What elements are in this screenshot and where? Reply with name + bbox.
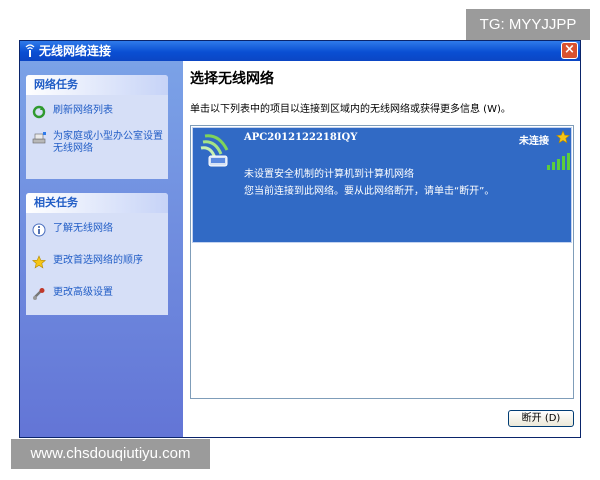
network-ssid: APC2012122218IQY <box>244 132 358 143</box>
wireless-icon <box>25 44 35 57</box>
watermark-tg: TG: MYYJJPP <box>466 9 590 40</box>
close-button[interactable]: × <box>561 42 578 59</box>
setup-home-network-label: 为家庭或小型办公室设置无线网络 <box>53 131 163 154</box>
task-sidebar: 网络任务 刷新网络列表 为家庭或小型办公室设置无线网络 相关任务 了解无线网络 … <box>20 61 183 437</box>
network-info-text: 您当前连接到此网络。要从此网络断开，请单击“断开”。 <box>244 186 495 197</box>
network-tasks-heading: 网络任务 <box>26 75 168 95</box>
change-preferred-order-link[interactable]: 更改首选网络的顺序 <box>26 255 164 269</box>
wireless-connection-window: 无线网络连接 × 网络任务 刷新网络列表 为家庭或小型办公室设置无线网络 相关任… <box>19 40 581 438</box>
watermark-url: www.chsdouqiutiyu.com <box>11 439 210 469</box>
network-row[interactable]: APC2012122218IQY 未连接 未设置安全机制的计算机到计算机网络 您… <box>192 127 572 243</box>
related-tasks-heading: 相关任务 <box>26 193 168 213</box>
wireless-network-icon <box>200 134 229 167</box>
window-title: 无线网络连接 <box>39 44 112 58</box>
network-list[interactable]: APC2012122218IQY 未连接 未设置安全机制的计算机到计算机网络 您… <box>190 125 574 399</box>
settings-icon <box>33 288 45 300</box>
setup-home-network-link[interactable]: 为家庭或小型办公室设置无线网络 <box>26 131 164 155</box>
instructions-text: 单击以下列表中的项目以连接到区域内的无线网络或获得更多信息 (W)。 <box>190 104 511 115</box>
refresh-icon <box>32 105 46 119</box>
advanced-settings-link[interactable]: 更改高级设置 <box>26 287 164 300</box>
star-icon <box>32 255 46 269</box>
learn-wireless-link[interactable]: 了解无线网络 <box>26 223 164 237</box>
refresh-network-list-link[interactable]: 刷新网络列表 <box>26 105 164 119</box>
page-title: 选择无线网络 <box>190 71 274 87</box>
title-bar: 无线网络连接 × <box>20 41 580 61</box>
info-icon <box>32 223 46 237</box>
home-network-setup-icon <box>32 132 46 144</box>
change-preferred-order-label: 更改首选网络的顺序 <box>53 255 143 266</box>
refresh-network-list-label: 刷新网络列表 <box>53 105 113 116</box>
disconnect-button[interactable]: 断开 (D) <box>508 410 574 427</box>
preferred-star-icon <box>556 130 570 144</box>
network-tasks-panel: 网络任务 刷新网络列表 为家庭或小型办公室设置无线网络 <box>26 75 168 179</box>
advanced-settings-label: 更改高级设置 <box>53 287 113 298</box>
main-content: 选择无线网络 单击以下列表中的项目以连接到区域内的无线网络或获得更多信息 (W)… <box>183 61 580 437</box>
learn-wireless-label: 了解无线网络 <box>53 223 113 234</box>
network-security-text: 未设置安全机制的计算机到计算机网络 <box>244 169 414 180</box>
connection-status: 未连接 <box>519 136 549 147</box>
signal-strength-icon <box>547 153 570 170</box>
related-tasks-panel: 相关任务 了解无线网络 更改首选网络的顺序 更改高级设置 <box>26 193 168 315</box>
